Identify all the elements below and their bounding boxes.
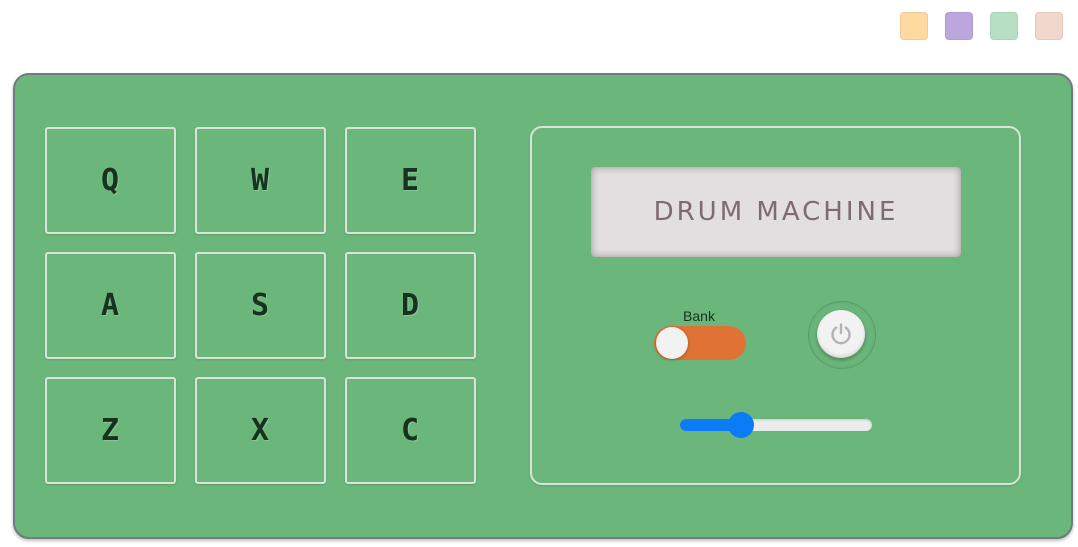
bank-toggle-knob	[656, 327, 688, 359]
drum-pad-d[interactable]: D	[345, 252, 476, 359]
power-button[interactable]	[817, 310, 865, 358]
pad-key-label: S	[250, 288, 271, 323]
drum-pad-w[interactable]: W	[195, 127, 326, 234]
display-screen: DRUM MACHINE	[591, 167, 961, 257]
drum-pad-s[interactable]: S	[195, 252, 326, 359]
pad-key-label: Q	[100, 163, 121, 198]
theme-swatch-green[interactable]	[990, 12, 1018, 40]
drum-pad-a[interactable]: A	[45, 252, 176, 359]
drum-pad-c[interactable]: C	[345, 377, 476, 484]
pad-key-label: E	[400, 163, 421, 198]
drum-pad-q[interactable]: Q	[45, 127, 176, 234]
pad-key-label: D	[400, 288, 421, 323]
pad-key-label: A	[100, 288, 121, 323]
drum-pad-e[interactable]: E	[345, 127, 476, 234]
drum-pad-z[interactable]: Z	[45, 377, 176, 484]
theme-swatch-purple[interactable]	[945, 12, 973, 40]
display-text: DRUM MACHINE	[653, 197, 899, 227]
theme-swatch-pink[interactable]	[1035, 12, 1063, 40]
pad-key-label: W	[250, 163, 271, 198]
drum-pad-x[interactable]: X	[195, 377, 326, 484]
pad-key-label: Z	[100, 413, 121, 448]
bank-toggle[interactable]	[654, 326, 746, 360]
bank-label: Bank	[683, 308, 715, 324]
volume-slider-track[interactable]	[680, 419, 872, 431]
power-icon	[831, 323, 851, 345]
pad-key-label: X	[250, 413, 271, 448]
pad-key-label: C	[400, 413, 421, 448]
theme-swatch-orange[interactable]	[900, 12, 928, 40]
